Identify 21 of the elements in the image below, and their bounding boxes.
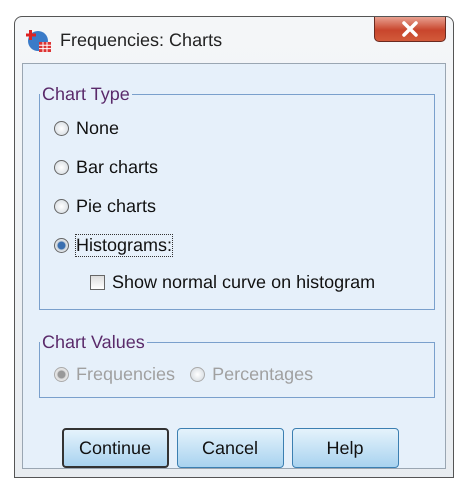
close-button[interactable] [374, 17, 446, 42]
app-icon [26, 27, 52, 53]
option-label: Bar charts [75, 156, 160, 179]
dialog-button[interactable]: Help [292, 428, 398, 468]
option-label: Percentages [211, 362, 314, 386]
checkbox[interactable] [90, 274, 105, 290]
radio-button[interactable] [54, 121, 69, 136]
window-title: Frequencies: Charts [60, 30, 222, 50]
option-label: Pie charts [75, 195, 158, 218]
option-label: None [75, 117, 120, 140]
group-legend: Chart Values [40, 332, 147, 353]
radio-button[interactable] [54, 199, 69, 214]
option-label: Histograms: [75, 234, 174, 257]
dialog-button[interactable]: Cancel [176, 428, 284, 468]
group-legend: Chart Type [40, 84, 132, 105]
close-icon [399, 21, 421, 37]
checkbox-label: Show normal curve on histogram [111, 270, 376, 294]
option-label: Frequencies [75, 362, 176, 386]
dialog-button[interactable]: Continue [62, 428, 168, 468]
radio-button[interactable] [54, 238, 69, 253]
radio-button[interactable] [54, 160, 69, 175]
